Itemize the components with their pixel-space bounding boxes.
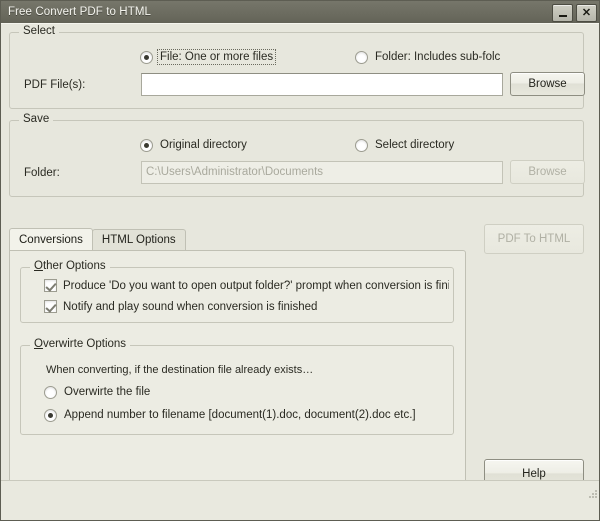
radio-append-number-indicator bbox=[44, 408, 57, 422]
radio-folder-includes-subfolders[interactable]: Folder: Includes sub-folc bbox=[355, 50, 520, 64]
pdf-files-input[interactable] bbox=[141, 73, 503, 96]
close-button[interactable]: ✕ bbox=[576, 4, 597, 22]
radio-append-number[interactable]: Append number to filename [document(1).d… bbox=[44, 408, 418, 422]
browse-folder-button: Browse bbox=[510, 160, 585, 184]
radio-original-directory[interactable]: Original directory bbox=[140, 138, 249, 152]
folder-label: Folder: bbox=[24, 167, 60, 179]
radio-file-label: File: One or more files bbox=[156, 49, 277, 65]
folder-input[interactable]: C:\Users\Administrator\Documents bbox=[141, 161, 503, 184]
pdf-files-label: PDF File(s): bbox=[24, 79, 86, 91]
pdf-to-html-button: PDF To HTML bbox=[484, 224, 584, 254]
statusbar bbox=[1, 480, 599, 501]
radio-overwrite-file-indicator bbox=[44, 385, 57, 399]
other-options-legend: Other Options bbox=[30, 260, 110, 272]
radio-overwrite-file-label: Overwirte the file bbox=[64, 386, 151, 398]
select-group: Select File: One or more files Folder: I… bbox=[9, 25, 585, 109]
checkbox-notify-sound-indicator bbox=[44, 300, 57, 313]
save-group-legend: Save bbox=[19, 113, 54, 125]
checkbox-open-output-folder-indicator bbox=[44, 279, 57, 292]
radio-folder-indicator bbox=[355, 50, 368, 64]
other-options-group: Other Options Produce 'Do you want to op… bbox=[20, 260, 454, 323]
minimize-button[interactable] bbox=[552, 4, 573, 22]
window-controls: ✕ bbox=[552, 4, 597, 22]
checkbox-notify-sound[interactable]: Notify and play sound when conversion is… bbox=[44, 300, 449, 313]
window-title: Free Convert PDF to HTML bbox=[8, 6, 151, 18]
tab-conversions[interactable]: Conversions bbox=[9, 228, 93, 250]
select-group-legend: Select bbox=[19, 25, 59, 37]
checkbox-notify-sound-label: Notify and play sound when conversion is… bbox=[63, 300, 318, 313]
checkbox-open-output-folder-prompt[interactable]: Produce 'Do you want to open output fold… bbox=[44, 279, 449, 292]
minimize-icon bbox=[558, 14, 567, 17]
radio-folder-label: Folder: Includes sub-folc bbox=[375, 51, 501, 63]
resize-grip-icon[interactable] bbox=[586, 487, 598, 499]
overwrite-options-group: Overwirte Options When converting, if th… bbox=[20, 338, 454, 435]
radio-select-directory[interactable]: Select directory bbox=[355, 138, 456, 152]
radio-file-one-or-more[interactable]: File: One or more files bbox=[140, 49, 277, 65]
application-window: Free Convert PDF to HTML ✕ Select File: … bbox=[0, 0, 600, 521]
overwrite-options-legend-rest: verwirte Options bbox=[42, 338, 127, 350]
radio-overwrite-file[interactable]: Overwirte the file bbox=[44, 385, 152, 399]
radio-select-directory-label: Select directory bbox=[375, 139, 455, 151]
tab-html-options[interactable]: HTML Options bbox=[91, 229, 186, 250]
titlebar: Free Convert PDF to HTML ✕ bbox=[1, 1, 599, 24]
radio-file-indicator bbox=[140, 50, 153, 64]
other-options-legend-rest: ther Options bbox=[42, 260, 106, 272]
radio-original-directory-label: Original directory bbox=[160, 139, 247, 151]
overwrite-options-legend: Overwirte Options bbox=[30, 338, 131, 350]
client-area: Select File: One or more files Folder: I… bbox=[1, 23, 599, 501]
radio-original-directory-indicator bbox=[140, 138, 153, 152]
tabstrip: Conversions HTML Options bbox=[9, 228, 186, 250]
overwrite-description: When converting, if the destination file… bbox=[46, 364, 314, 376]
radio-select-directory-indicator bbox=[355, 138, 368, 152]
save-group: Save Original directory Select directory… bbox=[9, 113, 585, 197]
tab-panel-conversions: Other Options Produce 'Do you want to op… bbox=[9, 250, 466, 487]
browse-pdf-files-button[interactable]: Browse bbox=[510, 72, 585, 96]
radio-append-number-label: Append number to filename [document(1).d… bbox=[64, 409, 416, 421]
checkbox-open-output-folder-label: Produce 'Do you want to open output fold… bbox=[63, 279, 449, 292]
